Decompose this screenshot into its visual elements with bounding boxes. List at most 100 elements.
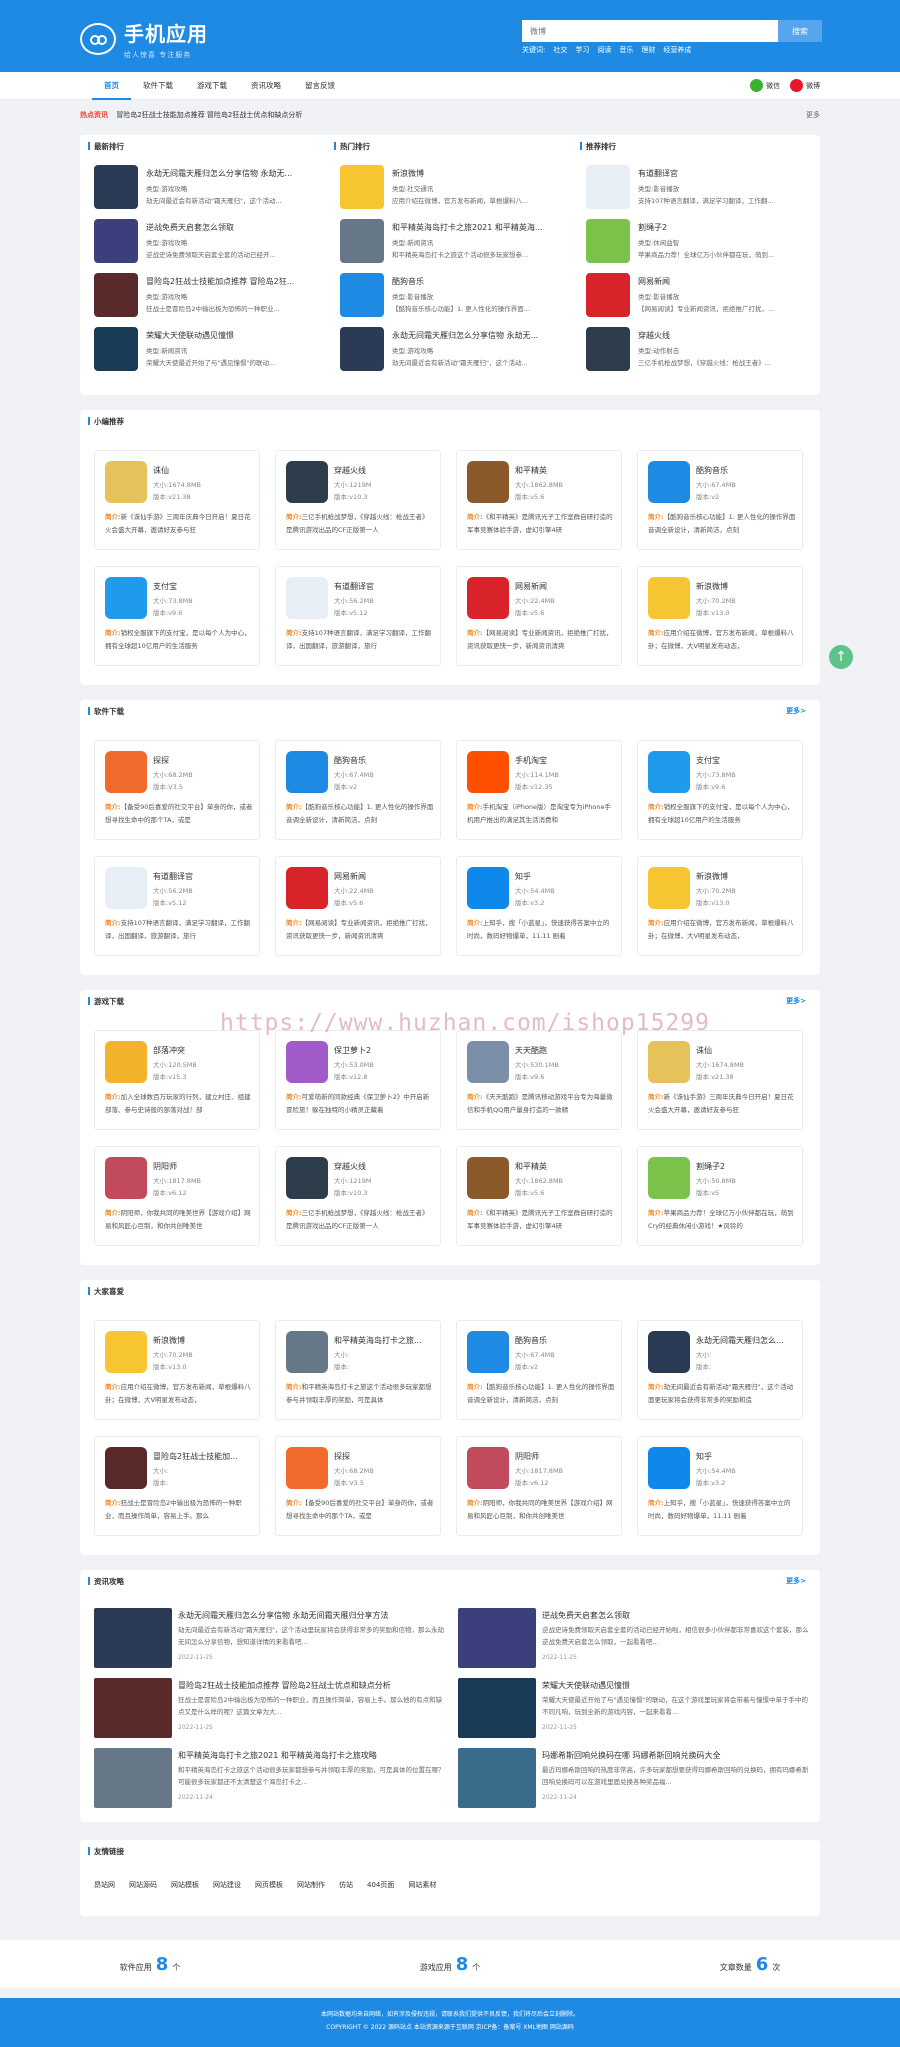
app-icon[interactable]: [105, 1447, 147, 1489]
item-title[interactable]: 永劫无间霜天雁归怎么分享信物 永劫无...: [392, 330, 572, 341]
search-input[interactable]: [522, 20, 778, 42]
hot-more-link[interactable]: 更多: [806, 110, 820, 120]
ranking-item[interactable]: 有道翻译官 类型:影音播放 支持107种语言翻译，满足学习翻译，工作翻...: [586, 165, 816, 211]
item-thumbnail[interactable]: [586, 219, 630, 263]
app-name[interactable]: 阴阳师: [515, 1451, 615, 1462]
app-icon[interactable]: [286, 1041, 328, 1083]
app-icon[interactable]: [648, 867, 690, 909]
ranking-item[interactable]: 逆战免费天启套怎么领取 类型:游戏攻略 逆战史诗免费领取天启套全套的活动已经开...: [94, 219, 324, 265]
app-card[interactable]: 保卫萝卜2 大小:53.0MB 版本:v12.8 简介:可爱萌新的同款经典《保卫萝卜2…: [275, 1030, 441, 1130]
app-card[interactable]: 割绳子2 大小:50.8MB 版本:v5 简介:苹果商品力荐！全球亿万小伙伴都在玩，萌…: [637, 1146, 803, 1246]
app-icon[interactable]: [467, 1331, 509, 1373]
app-icon[interactable]: [648, 1041, 690, 1083]
app-icon[interactable]: [648, 1331, 690, 1373]
app-name[interactable]: 酷狗音乐: [515, 1335, 615, 1346]
section-more-link[interactable]: 更多>: [786, 996, 806, 1006]
site-logo[interactable]: 手机应用 给人惊喜 专注服务: [80, 18, 208, 60]
app-icon[interactable]: [467, 1041, 509, 1083]
app-name[interactable]: 新浪微博: [696, 581, 796, 592]
news-title[interactable]: 永劫无间霜天雁归怎么分享信物 永劫无间霜天雁归分享方法: [178, 1610, 448, 1621]
item-title[interactable]: 逆战免费天启套怎么领取: [146, 222, 326, 233]
app-card[interactable]: 新浪微博 大小:70.2MB 版本:v13.0 简介:应用介绍在微博，官方发布新闻，草…: [637, 566, 803, 666]
back-to-top-button[interactable]: ↑: [829, 645, 853, 669]
news-thumbnail[interactable]: [458, 1748, 536, 1808]
news-thumbnail[interactable]: [458, 1608, 536, 1668]
app-name[interactable]: 有道翻译官: [334, 581, 434, 592]
app-card[interactable]: 有道翻译官 大小:56.2MB 版本:v5.12 简介:支持107种语言翻译，满足学习…: [275, 566, 441, 666]
app-icon[interactable]: [105, 1157, 147, 1199]
section-more-link[interactable]: 更多>: [786, 706, 806, 716]
ranking-item[interactable]: 永劫无间霜天雁归怎么分享信物 永劫无... 类型:游戏攻略 劫无间最近会有新活动"霜…: [94, 165, 324, 211]
app-icon[interactable]: [105, 461, 147, 503]
nav-item-4[interactable]: 资讯攻略: [239, 72, 293, 100]
app-card[interactable]: 和平精英海岛打卡之旅... 大小: 版本: 简介:和平精英海岛打卡之旅这个活动很多玩家…: [275, 1320, 441, 1420]
app-name[interactable]: 阴阳师: [153, 1161, 253, 1172]
keyword-link[interactable]: 经营养成: [663, 45, 691, 55]
news-item[interactable]: 冒险岛2狂战士技能加点推荐 冒险岛2狂战士优点和缺点分析 狂战士是冒险岛2中输出极…: [94, 1678, 450, 1740]
item-thumbnail[interactable]: [586, 273, 630, 317]
item-title[interactable]: 网易新闻: [638, 276, 818, 287]
news-thumbnail[interactable]: [458, 1678, 536, 1738]
app-icon[interactable]: [286, 577, 328, 619]
app-card[interactable]: 探探 大小:68.2MB 版本:V3.5 简介:【备受90后喜爱的社交平台】单身的你，…: [94, 740, 260, 840]
item-title[interactable]: 冒险岛2狂战士技能加点推荐 冒险岛2狂...: [146, 276, 326, 287]
app-card[interactable]: 网易新闻 大小:22.4MB 版本:v5.6 简介:【网易阅读】专业新闻资讯，拒绝推广…: [456, 566, 622, 666]
app-name[interactable]: 和平精英海岛打卡之旅...: [334, 1335, 434, 1346]
app-name[interactable]: 天天酷跑: [515, 1045, 615, 1056]
app-name[interactable]: 知乎: [696, 1451, 796, 1462]
keyword-link[interactable]: 学习: [575, 45, 589, 55]
news-title[interactable]: 冒险岛2狂战士技能加点推荐 冒险岛2狂战士优点和缺点分析: [178, 1680, 448, 1691]
ranking-item[interactable]: 和平精英海岛打卡之旅2021 和平精英海... 类型:新闻资讯 和平精英海岛打卡之旅…: [340, 219, 570, 265]
app-icon[interactable]: [105, 1041, 147, 1083]
app-icon[interactable]: [105, 867, 147, 909]
item-thumbnail[interactable]: [340, 165, 384, 209]
app-card[interactable]: 穿越火线 大小:1219M 版本:v10.3 简介:三亿手机枪战梦想，《穿越火线：枪战…: [275, 450, 441, 550]
app-icon[interactable]: [286, 461, 328, 503]
app-name[interactable]: 穿越火线: [334, 465, 434, 476]
item-title[interactable]: 永劫无间霜天雁归怎么分享信物 永劫无...: [146, 168, 326, 179]
app-icon[interactable]: [648, 751, 690, 793]
app-name[interactable]: 知乎: [515, 871, 615, 882]
app-icon[interactable]: [105, 577, 147, 619]
app-icon[interactable]: [286, 1157, 328, 1199]
news-title[interactable]: 逆战免费天启套怎么领取: [542, 1610, 812, 1621]
news-thumbnail[interactable]: [94, 1608, 172, 1668]
app-card[interactable]: 支付宝 大小:73.8MB 版本:v9.6 简介:销权全服旗下的支付宝，是以每个人为中…: [94, 566, 260, 666]
app-card[interactable]: 网易新闻 大小:22.4MB 版本:v5.6 简介:【网易阅读】专业新闻资讯，拒绝推广…: [275, 856, 441, 956]
item-title[interactable]: 有道翻译官: [638, 168, 818, 179]
news-title[interactable]: 和平精英海岛打卡之旅2021 和平精英海岛打卡之旅攻略: [178, 1750, 448, 1761]
app-icon[interactable]: [286, 867, 328, 909]
app-name[interactable]: 网易新闻: [515, 581, 615, 592]
keyword-link[interactable]: 音乐: [619, 45, 633, 55]
app-name[interactable]: 支付宝: [153, 581, 253, 592]
app-card[interactable]: 酷狗音乐 大小:67.4MB 版本:v2 简介:【酷狗音乐核心功能】1. 更人性化的操…: [275, 740, 441, 840]
app-card[interactable]: 部落冲突 大小:120.5MB 版本:v15.3 简介:加入全球数百万玩家的行列，建立…: [94, 1030, 260, 1130]
app-name[interactable]: 和平精英: [515, 1161, 615, 1172]
app-card[interactable]: 有道翻译官 大小:56.2MB 版本:v5.12 简介:支持107种语言翻译，满足学习…: [94, 856, 260, 956]
nav-item-3[interactable]: 游戏下载: [185, 72, 239, 100]
news-title[interactable]: 荣耀大天使联动遇见憧憬: [542, 1680, 812, 1691]
friend-link[interactable]: 网站模板: [171, 1880, 199, 1890]
ranking-item[interactable]: 荣耀大天使联动遇见憧憬 类型:新闻资讯 荣耀大天使最近开始了与"遇见憧憬"的联动..…: [94, 327, 324, 373]
app-card[interactable]: 穿越火线 大小:1219M 版本:v10.3 简介:三亿手机枪战梦想，《穿越火线：枪战…: [275, 1146, 441, 1246]
news-thumbnail[interactable]: [94, 1748, 172, 1808]
app-name[interactable]: 诛仙: [696, 1045, 796, 1056]
wechat-link[interactable]: 微信: [750, 79, 780, 92]
keyword-link[interactable]: 理财: [641, 45, 655, 55]
app-icon[interactable]: [648, 1447, 690, 1489]
app-card[interactable]: 酷狗音乐 大小:67.4MB 版本:v2 简介:【酷狗音乐核心功能】1. 更人性化的操…: [456, 1320, 622, 1420]
app-card[interactable]: 永劫无间霜天雁归怎么... 大小: 版本: 简介:劫无间最近会有新活动"霜天雁归"，这…: [637, 1320, 803, 1420]
app-name[interactable]: 永劫无间霜天雁归怎么...: [696, 1335, 796, 1346]
app-icon[interactable]: [467, 461, 509, 503]
item-thumbnail[interactable]: [340, 219, 384, 263]
app-icon[interactable]: [467, 867, 509, 909]
app-name[interactable]: 割绳子2: [696, 1161, 796, 1172]
app-name[interactable]: 支付宝: [696, 755, 796, 766]
app-card[interactable]: 阴阳师 大小:1817.8MB 版本:v6.12 简介:阴阳师，你我共同的唯美世界【游…: [94, 1146, 260, 1246]
app-card[interactable]: 和平精英 大小:1862.8MB 版本:v5.6 简介:《和平精英》是腾讯光子工作室群…: [456, 450, 622, 550]
item-title[interactable]: 和平精英海岛打卡之旅2021 和平精英海...: [392, 222, 572, 233]
news-item[interactable]: 玛娜希斯回响兑换码在哪 玛娜希斯回响兑换码大全 最近玛娜希斯回响的热度非常高，许多…: [458, 1748, 814, 1810]
app-card[interactable]: 手机淘宝 大小:114.1MB 版本:v12.35 简介:手机淘宝（iPhone版）是…: [456, 740, 622, 840]
news-item[interactable]: 永劫无间霜天雁归怎么分享信物 永劫无间霜天雁归分享方法 劫无间最近会有新活动"霜天…: [94, 1608, 450, 1670]
app-icon[interactable]: [467, 751, 509, 793]
